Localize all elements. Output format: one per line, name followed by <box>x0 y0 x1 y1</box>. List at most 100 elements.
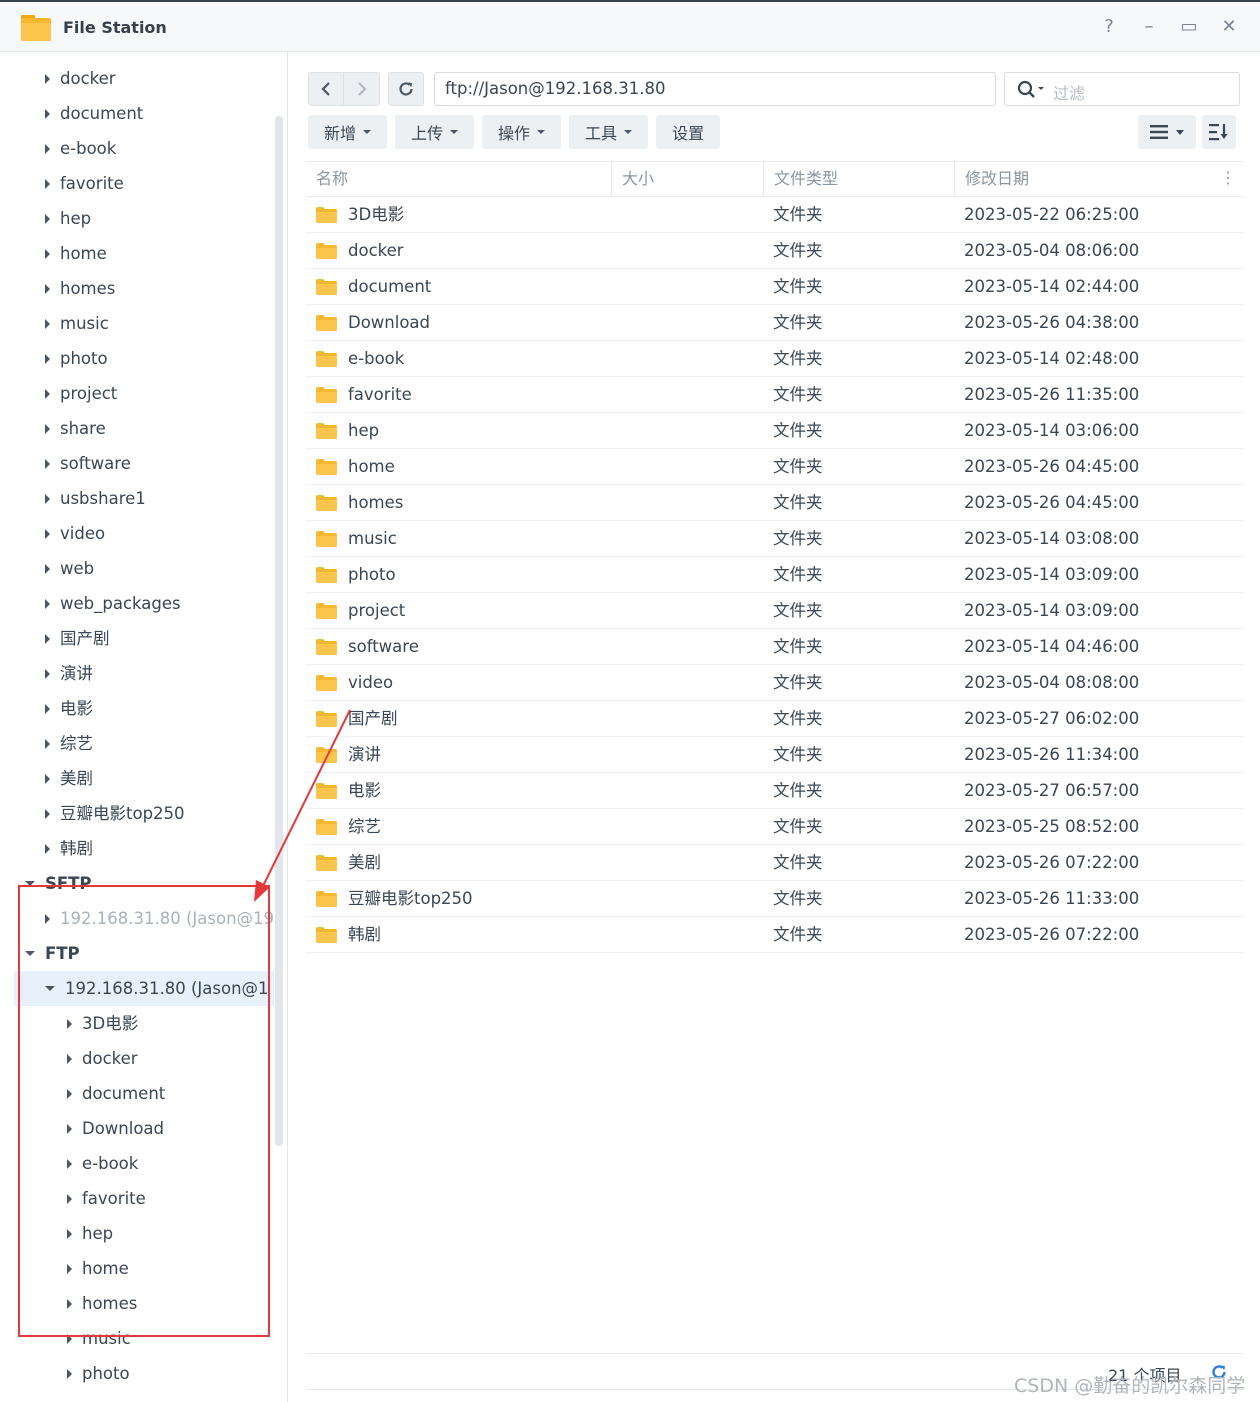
sidebar-item-ftp-folder[interactable]: e-book <box>67 1146 138 1181</box>
table-row[interactable]: 国产剧 文件夹 2023-05-27 06:02:00 <box>306 701 1244 737</box>
sidebar-item-folder[interactable]: web <box>45 551 94 586</box>
caret-right-icon[interactable] <box>67 1018 72 1029</box>
view-mode-button[interactable] <box>1138 115 1196 149</box>
table-row[interactable]: 演讲 文件夹 2023-05-26 11:34:00 <box>306 737 1244 773</box>
sidebar-group-sftp[interactable]: SFTP <box>25 866 92 901</box>
sidebar-item-folder[interactable]: hep <box>45 201 91 236</box>
upload-button[interactable]: 上传 <box>395 115 475 149</box>
sidebar-item-folder[interactable]: document <box>45 96 143 131</box>
caret-down-icon[interactable] <box>25 881 35 886</box>
sidebar-item-folder[interactable]: favorite <box>45 166 124 201</box>
path-input[interactable]: ftp://Jason@192.168.31.80 <box>434 72 996 106</box>
back-button[interactable] <box>308 72 344 106</box>
table-row[interactable]: hep 文件夹 2023-05-14 03:06:00 <box>306 413 1244 449</box>
caret-right-icon[interactable] <box>67 1228 72 1239</box>
sidebar-item-folder[interactable]: docker <box>45 61 116 96</box>
sidebar-item-folder[interactable]: software <box>45 446 131 481</box>
caret-right-icon[interactable] <box>45 143 50 154</box>
caret-right-icon[interactable] <box>45 248 50 259</box>
column-name[interactable]: 名称 <box>306 162 612 196</box>
caret-right-icon[interactable] <box>45 283 50 294</box>
caret-right-icon[interactable] <box>67 1123 72 1134</box>
caret-right-icon[interactable] <box>45 213 50 224</box>
caret-right-icon[interactable] <box>45 178 50 189</box>
column-modified[interactable]: 修改日期 <box>955 162 1215 196</box>
caret-right-icon[interactable] <box>45 633 50 644</box>
sidebar-item-ftp-folder[interactable]: 3D电影 <box>67 1006 138 1041</box>
caret-right-icon[interactable] <box>45 458 50 469</box>
sidebar-item-ftp-folder[interactable]: homes <box>67 1286 137 1321</box>
table-row[interactable]: 美剧 文件夹 2023-05-26 07:22:00 <box>306 845 1244 881</box>
caret-right-icon[interactable] <box>45 318 50 329</box>
sidebar-item-ftp-folder[interactable]: docker <box>67 1041 138 1076</box>
caret-right-icon[interactable] <box>45 493 50 504</box>
caret-right-icon[interactable] <box>67 1053 72 1064</box>
table-row[interactable]: 综艺 文件夹 2023-05-25 08:52:00 <box>306 809 1244 845</box>
table-row[interactable]: favorite 文件夹 2023-05-26 11:35:00 <box>306 377 1244 413</box>
sidebar-item-folder[interactable]: music <box>45 306 109 341</box>
caret-right-icon[interactable] <box>45 703 50 714</box>
table-row[interactable]: Download 文件夹 2023-05-26 04:38:00 <box>306 305 1244 341</box>
caret-right-icon[interactable] <box>67 1298 72 1309</box>
caret-right-icon[interactable] <box>45 423 50 434</box>
sidebar-item-ftp-folder[interactable]: Download <box>67 1111 164 1146</box>
caret-right-icon[interactable] <box>45 843 50 854</box>
table-row[interactable]: video 文件夹 2023-05-04 08:08:00 <box>306 665 1244 701</box>
table-row[interactable]: 豆瓣电影top250 文件夹 2023-05-26 11:33:00 <box>306 881 1244 917</box>
sidebar-item-ftp-folder[interactable]: photo <box>67 1356 130 1391</box>
table-row[interactable]: music 文件夹 2023-05-14 03:08:00 <box>306 521 1244 557</box>
filter-input[interactable]: 过滤 <box>1004 72 1240 106</box>
settings-button[interactable]: 设置 <box>656 115 721 149</box>
caret-right-icon[interactable] <box>45 738 50 749</box>
caret-right-icon[interactable] <box>67 1088 72 1099</box>
caret-right-icon[interactable] <box>45 563 50 574</box>
sidebar-item-folder[interactable]: e-book <box>45 131 116 166</box>
caret-right-icon[interactable] <box>67 1368 72 1379</box>
sidebar-scrollbar[interactable] <box>275 116 283 1146</box>
caret-right-icon[interactable] <box>67 1263 72 1274</box>
caret-right-icon[interactable] <box>45 108 50 119</box>
sidebar-item-folder[interactable]: 演讲 <box>45 656 93 691</box>
maximize-icon[interactable]: ▭ <box>1180 14 1198 38</box>
caret-right-icon[interactable] <box>67 1333 72 1344</box>
caret-down-icon[interactable] <box>45 986 55 991</box>
table-row[interactable]: home 文件夹 2023-05-26 04:45:00 <box>306 449 1244 485</box>
table-row[interactable]: project 文件夹 2023-05-14 03:09:00 <box>306 593 1244 629</box>
forward-button[interactable] <box>344 72 380 106</box>
sidebar-item-folder[interactable]: project <box>45 376 117 411</box>
create-button[interactable]: 新增 <box>308 115 388 149</box>
caret-right-icon[interactable] <box>45 388 50 399</box>
caret-right-icon[interactable] <box>45 353 50 364</box>
close-icon[interactable]: ✕ <box>1220 14 1238 38</box>
caret-right-icon[interactable] <box>45 668 50 679</box>
sidebar-item-folder[interactable]: 豆瓣电影top250 <box>45 796 185 831</box>
caret-right-icon[interactable] <box>45 773 50 784</box>
caret-right-icon[interactable] <box>45 598 50 609</box>
sidebar-item-sftp-server[interactable]: 192.168.31.80 (Jason@19 <box>45 901 274 936</box>
sort-button[interactable] <box>1202 115 1236 149</box>
caret-right-icon[interactable] <box>67 1158 72 1169</box>
sidebar-item-ftp-folder[interactable]: hep <box>67 1216 113 1251</box>
caret-right-icon[interactable] <box>67 1193 72 1204</box>
caret-right-icon[interactable] <box>45 73 50 84</box>
column-type[interactable]: 文件类型 <box>764 162 954 196</box>
table-row[interactable]: 韩剧 文件夹 2023-05-26 07:22:00 <box>306 917 1244 953</box>
sidebar-item-ftp-folder[interactable]: home <box>67 1251 129 1286</box>
table-row[interactable]: docker 文件夹 2023-05-04 08:06:00 <box>306 233 1244 269</box>
sidebar-item-folder[interactable]: photo <box>45 341 108 376</box>
sidebar-item-folder[interactable]: 国产剧 <box>45 621 110 656</box>
sidebar-item-folder[interactable]: homes <box>45 271 115 306</box>
sidebar-group-ftp[interactable]: FTP <box>25 936 80 971</box>
caret-right-icon[interactable] <box>45 808 50 819</box>
tools-button[interactable]: 工具 <box>569 115 649 149</box>
sidebar-item-folder[interactable]: 电影 <box>45 691 93 726</box>
table-row[interactable]: photo 文件夹 2023-05-14 03:09:00 <box>306 557 1244 593</box>
table-row[interactable]: homes 文件夹 2023-05-26 04:45:00 <box>306 485 1244 521</box>
sidebar-item-folder[interactable]: share <box>45 411 106 446</box>
sidebar-item-ftp-server[interactable]: 192.168.31.80 (Jason@1 <box>45 971 269 1006</box>
sidebar-item-folder[interactable]: 美剧 <box>45 761 93 796</box>
help-icon[interactable]: ? <box>1100 14 1118 38</box>
table-row[interactable]: e-book 文件夹 2023-05-14 02:48:00 <box>306 341 1244 377</box>
sidebar-item-ftp-folder[interactable]: document <box>67 1076 165 1111</box>
sidebar-item-folder[interactable]: video <box>45 516 105 551</box>
